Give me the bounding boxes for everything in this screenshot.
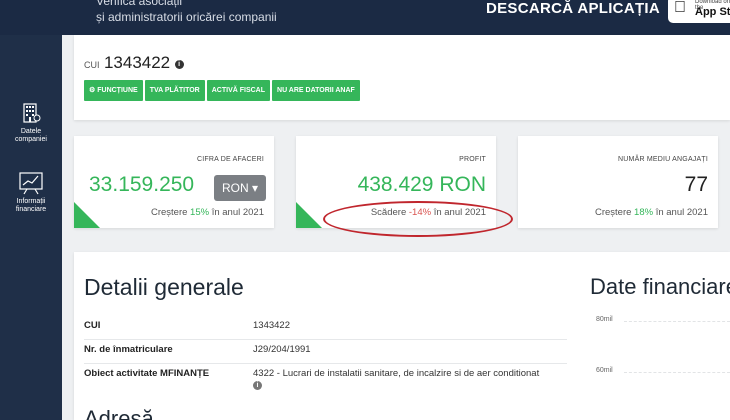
general-details-card: Detalii generale CUI 1343422 Nr. de înma… <box>74 252 730 420</box>
corner-accent <box>296 202 322 228</box>
row-value: 4322 - Lucrari de instalatii sanitare, d… <box>253 368 540 379</box>
profit-title: PROFIT <box>459 156 486 163</box>
sidebar-item-company-data[interactable]: Datele companiei <box>0 101 62 144</box>
chart-icon <box>19 172 43 195</box>
row-key: Nr. de înmatriculare <box>84 344 173 355</box>
sidebar-label-line2: financiare <box>15 206 47 213</box>
cui-value: 1343422 <box>103 53 171 72</box>
header-tagline-line2: și administratorii oricărei companii <box>96 10 277 24</box>
change-suffix: în anul 2021 <box>211 207 264 218</box>
financial-title: Date financiare <box>590 274 730 299</box>
sidebar: Datele companiei Informații financiare <box>0 35 62 420</box>
turnover-title: CIFRA DE AFACERI <box>197 156 264 163</box>
address-heading: Adresă <box>84 406 154 420</box>
details-title: Detalii generale <box>84 274 244 300</box>
sidebar-item-financial-info[interactable]: Informații financiare <box>0 171 62 214</box>
cui-line: CUI 1343422 i <box>84 53 184 73</box>
details-row: Nr. de înmatriculare J29/204/1991 <box>84 340 567 364</box>
row-key: CUI <box>84 320 101 331</box>
change-prefix: Creștere <box>150 207 188 218</box>
employees-value: 77 <box>684 173 708 196</box>
change-prefix: Creștere <box>594 207 632 218</box>
turnover-card: CIFRA DE AFACERI 33.159.250 RON ▾ Crește… <box>74 136 274 228</box>
employees-card: NUMĂR MEDIU ANGAJAȚI 77 Creștere 18% în … <box>518 136 718 228</box>
info-icon[interactable]: i <box>253 381 262 390</box>
row-value: 1343422 <box>253 320 290 331</box>
grid-line <box>624 321 730 322</box>
apple-icon:  <box>674 0 686 17</box>
top-header: Verifică asociații și administratorii or… <box>0 0 730 35</box>
grid-line <box>624 372 730 373</box>
status-badge-no-debts: NU ARE DATORII ANAF <box>272 80 360 101</box>
details-row: Obiect activitate MFINANȚE 4322 - Lucrar… <box>84 364 567 394</box>
building-icon <box>23 103 41 123</box>
row-value: J29/204/1991 <box>253 344 311 355</box>
status-badge-fiscal: ACTIVĂ FISCAL <box>206 80 271 101</box>
change-suffix: în anul 2021 <box>655 207 708 218</box>
cui-prefix: CUI <box>84 60 100 70</box>
status-badge-label: FUNCȚIUNE <box>97 87 138 94</box>
grid-label: 80mil <box>596 316 613 323</box>
employees-title: NUMĂR MEDIU ANGAJAȚI <box>618 156 708 163</box>
status-badge-vat: TVA PLĂTITOR <box>144 80 205 101</box>
details-row: CUI 1343422 <box>84 316 567 340</box>
profit-value: 438.429 RON <box>357 173 486 196</box>
turnover-value: 33.159.250 <box>89 173 195 196</box>
employees-change: Creștere 18% în anul 2021 <box>595 207 708 218</box>
turnover-change: Creștere 15% în anul 2021 <box>151 207 264 218</box>
sidebar-label-line1: Datele <box>20 128 42 135</box>
info-icon[interactable]: i <box>174 60 184 69</box>
app-store-button[interactable]:  Download on the App St <box>668 0 730 23</box>
corner-accent <box>74 202 100 228</box>
annotation-ellipse <box>323 201 513 237</box>
status-badge-active: ⚙ FUNCȚIUNE <box>84 80 143 101</box>
change-percent: 18% <box>634 207 654 218</box>
company-id-card: CUI 1343422 i ⚙ FUNCȚIUNE TVA PLĂTITOR ACT… <box>74 35 730 120</box>
download-app-link[interactable]: DESCARCĂ APLICAȚIA <box>486 0 660 17</box>
sidebar-label-line1: Informații <box>16 198 46 205</box>
currency-dropdown-button[interactable]: RON ▾ <box>214 175 266 201</box>
row-key: Obiect activitate MFINANȚE <box>84 368 210 379</box>
header-tagline-line1: Verifică asociații <box>96 0 183 8</box>
sidebar-label-line2: companiei <box>15 136 47 143</box>
grid-label: 60mil <box>596 367 613 374</box>
store-big-text: App St <box>695 6 730 18</box>
status-badges: ⚙ FUNCȚIUNE TVA PLĂTITOR ACTIVĂ FISCAL NU A… <box>84 79 362 101</box>
change-percent: 15% <box>190 207 210 218</box>
